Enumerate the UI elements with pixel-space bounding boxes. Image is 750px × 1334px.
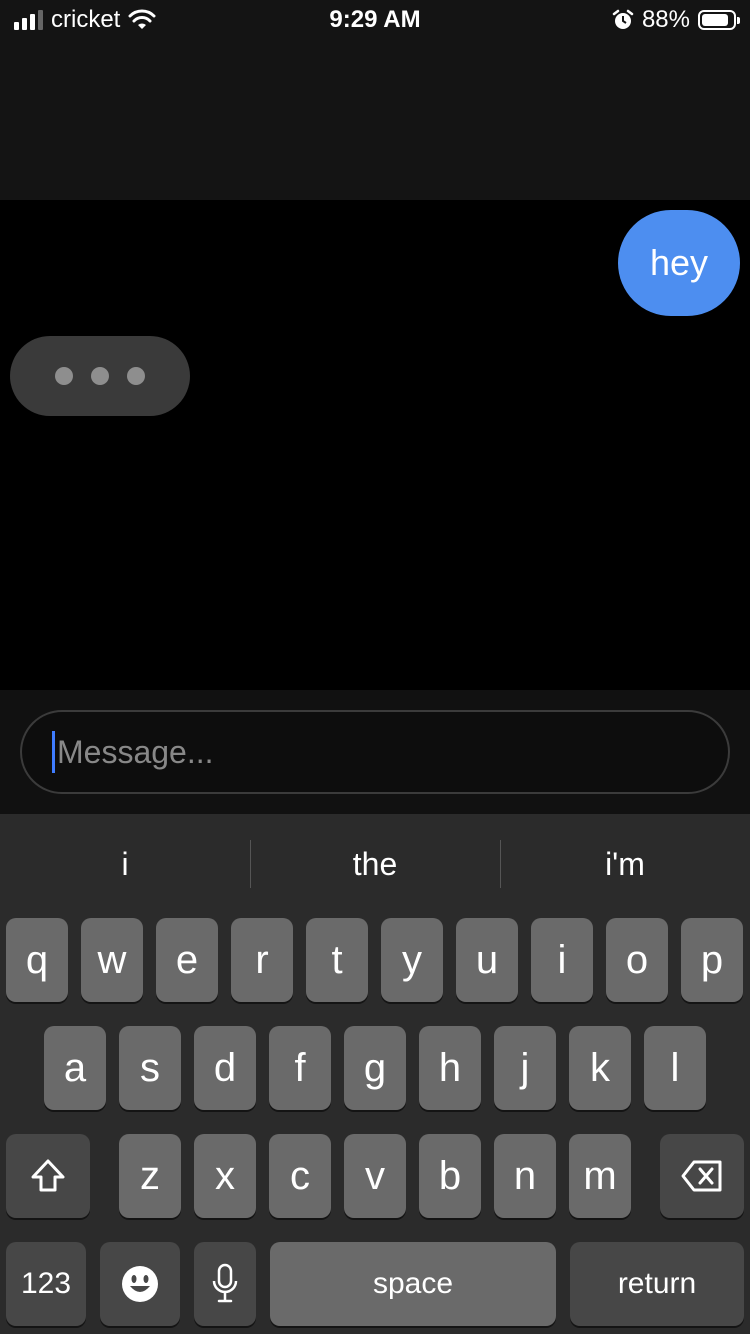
battery-percentage: 88% bbox=[641, 6, 690, 33]
key-m[interactable]: m bbox=[569, 1134, 631, 1218]
key-n[interactable]: n bbox=[494, 1134, 556, 1218]
key-o[interactable]: o bbox=[606, 918, 668, 1002]
key-w[interactable]: w bbox=[81, 918, 143, 1002]
key-x[interactable]: x bbox=[194, 1134, 256, 1218]
status-bar: cricket 9:29 AM 88% bbox=[0, 0, 750, 40]
key-u[interactable]: u bbox=[456, 918, 518, 1002]
key-l[interactable]: l bbox=[644, 1026, 706, 1110]
key-r[interactable]: r bbox=[231, 918, 293, 1002]
key-t[interactable]: t bbox=[306, 918, 368, 1002]
key-p[interactable]: p bbox=[681, 918, 743, 1002]
key-f[interactable]: f bbox=[269, 1026, 331, 1110]
typing-dot bbox=[91, 367, 109, 385]
suggestion-bar: i the i'm bbox=[0, 834, 750, 894]
shift-key[interactable] bbox=[6, 1134, 90, 1218]
composer-bar: Message... bbox=[0, 690, 750, 814]
key-j[interactable]: j bbox=[494, 1026, 556, 1110]
suggestion-item[interactable]: i'm bbox=[500, 834, 750, 894]
return-key[interactable]: return bbox=[570, 1242, 744, 1326]
key-c[interactable]: c bbox=[269, 1134, 331, 1218]
key-b[interactable]: b bbox=[419, 1134, 481, 1218]
microphone-icon bbox=[212, 1263, 238, 1303]
message-thread[interactable]: hey bbox=[0, 200, 750, 690]
typing-dot bbox=[127, 367, 145, 385]
suggestion-item[interactable]: i bbox=[0, 834, 250, 894]
key-h[interactable]: h bbox=[419, 1026, 481, 1110]
shift-icon bbox=[31, 1159, 65, 1192]
backspace-icon bbox=[681, 1160, 722, 1192]
key-k[interactable]: k bbox=[569, 1026, 631, 1110]
typing-indicator bbox=[10, 336, 190, 416]
battery-fill bbox=[702, 14, 728, 26]
dictation-key[interactable] bbox=[194, 1242, 256, 1326]
battery-icon bbox=[698, 10, 740, 30]
numbers-key[interactable]: 123 bbox=[6, 1242, 86, 1326]
space-key[interactable]: space bbox=[270, 1242, 556, 1326]
emoji-key[interactable] bbox=[100, 1242, 180, 1326]
key-v[interactable]: v bbox=[344, 1134, 406, 1218]
status-right: 88% bbox=[612, 6, 740, 34]
key-i[interactable]: i bbox=[531, 918, 593, 1002]
key-q[interactable]: q bbox=[6, 918, 68, 1002]
key-y[interactable]: y bbox=[381, 918, 443, 1002]
key-z[interactable]: z bbox=[119, 1134, 181, 1218]
key-d[interactable]: d bbox=[194, 1026, 256, 1110]
emoji-icon bbox=[122, 1266, 158, 1302]
outgoing-message-bubble[interactable]: hey bbox=[617, 210, 740, 316]
key-g[interactable]: g bbox=[344, 1026, 406, 1110]
suggestion-item[interactable]: the bbox=[250, 834, 500, 894]
alarm-icon bbox=[612, 9, 634, 29]
header-bar: cricket 9:29 AM 88% bbox=[0, 0, 750, 200]
message-input[interactable]: Message... bbox=[20, 710, 730, 794]
key-s[interactable]: s bbox=[119, 1026, 181, 1110]
backspace-key[interactable] bbox=[660, 1134, 744, 1218]
message-placeholder: Message... bbox=[57, 733, 214, 770]
key-a[interactable]: a bbox=[44, 1026, 106, 1110]
typing-dot bbox=[55, 367, 73, 385]
keyboard: i the i'm qwertyuiopasdfghjklzxcvbnm 123… bbox=[0, 814, 750, 1334]
key-e[interactable]: e bbox=[156, 918, 218, 1002]
text-caret bbox=[52, 731, 55, 773]
